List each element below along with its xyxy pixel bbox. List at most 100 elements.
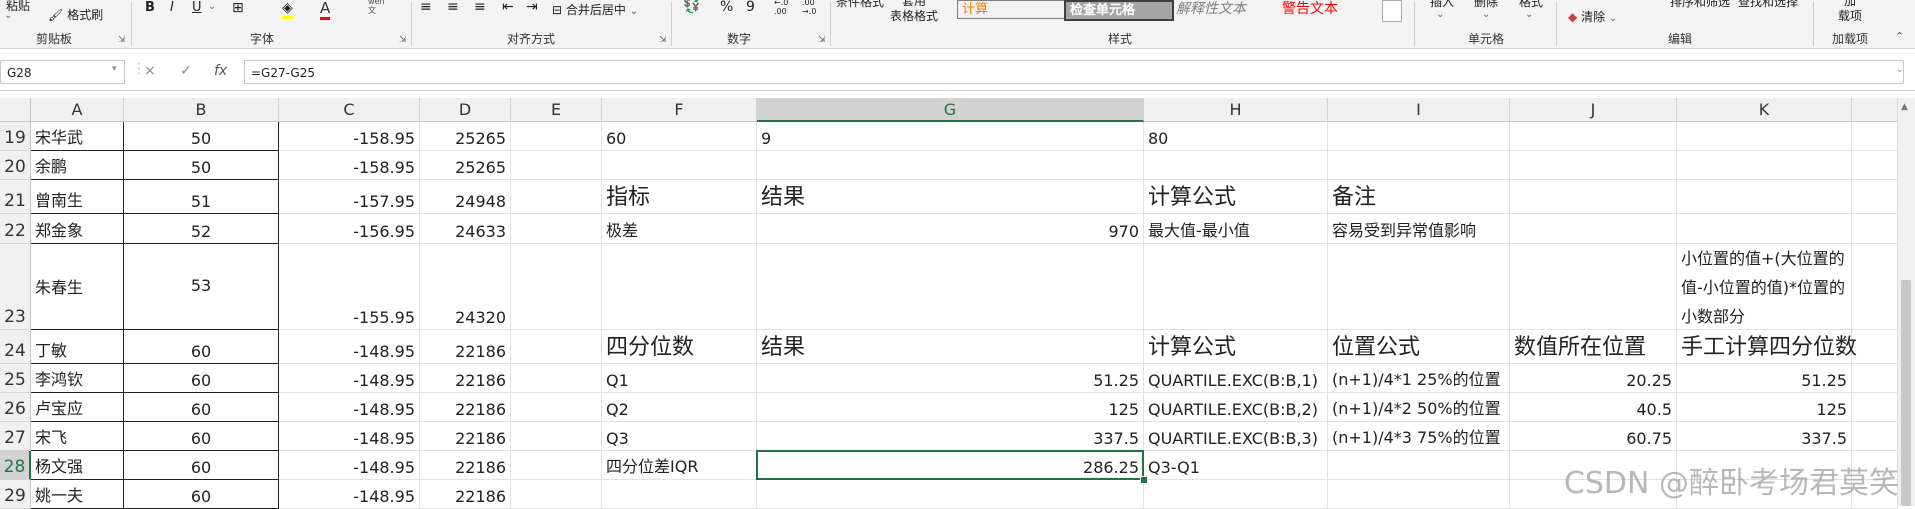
cell-e28[interactable] (511, 451, 602, 480)
style-warning[interactable]: 警告文本 (1282, 0, 1338, 18)
name-box-dropdown-icon[interactable]: ▾ (112, 64, 117, 74)
cell-g23[interactable] (757, 244, 1144, 330)
cell-e22[interactable] (511, 214, 602, 244)
merge-center-button[interactable]: ⊟ 合并后居中 ⌄ (552, 1, 638, 18)
cell-g19[interactable]: 9 (757, 122, 1144, 151)
cell-g22[interactable]: 970 (757, 214, 1144, 244)
bold-button[interactable]: B (145, 0, 155, 15)
cell-h21[interactable]: 计算公式 (1144, 180, 1328, 214)
cell-h20[interactable] (1144, 151, 1328, 180)
cell-e20[interactable] (511, 151, 602, 180)
column-header-h[interactable]: H (1144, 98, 1328, 122)
cell-f28[interactable]: 四分位差IQR (602, 451, 757, 480)
cell-b23[interactable]: 53 (124, 244, 279, 330)
cell-i27[interactable]: (n+1)/4*3 75%的位置 (1328, 422, 1510, 451)
cell-k26[interactable]: 125 (1677, 393, 1852, 422)
cell-i20[interactable] (1328, 151, 1510, 180)
decrease-decimal-button[interactable]: .00 →.0 (802, 0, 816, 16)
align-left-icon[interactable]: ≡ (420, 0, 432, 15)
italic-button[interactable]: I (170, 0, 174, 15)
cell-a25[interactable]: 李鸿钦 (31, 364, 124, 393)
cell-d28[interactable]: 22186 (420, 451, 511, 480)
style-check-cell[interactable]: 检查单元格 (1064, 0, 1174, 21)
decrease-indent-icon[interactable]: ⇤ (502, 0, 514, 15)
paste-dropdown-icon[interactable]: ⌄ (4, 10, 12, 21)
cell-h23[interactable] (1144, 244, 1328, 330)
cell-i19[interactable] (1328, 122, 1510, 151)
cell-f27[interactable]: Q3 (602, 422, 757, 451)
cell-j25[interactable]: 20.25 (1510, 364, 1677, 393)
cell-f25[interactable]: Q1 (602, 364, 757, 393)
cell-a21[interactable]: 曾南生 (31, 180, 124, 214)
cell-b28[interactable]: 60 (124, 451, 279, 480)
cell-j23[interactable] (1510, 244, 1677, 330)
cancel-icon[interactable]: × (144, 63, 156, 79)
cell-d25[interactable]: 22186 (420, 364, 511, 393)
cell-d27[interactable]: 22186 (420, 422, 511, 451)
cell-c19[interactable]: -158.95 (279, 122, 420, 151)
align-center-icon[interactable]: ≡ (447, 0, 459, 15)
cell-e25[interactable] (511, 364, 602, 393)
cell-e23[interactable] (511, 244, 602, 330)
cell-g26[interactable]: 125 (757, 393, 1144, 422)
row-header-22[interactable]: 22 (0, 214, 31, 244)
clipboard-launcher-icon[interactable]: ⇲ (118, 35, 126, 45)
cell-g28[interactable]: 286.25 (757, 451, 1144, 480)
insert-function-icon[interactable]: fx (214, 63, 227, 79)
collapse-ribbon-icon[interactable]: ⌃ (1895, 30, 1904, 43)
cell-d26[interactable]: 22186 (420, 393, 511, 422)
cell-i22[interactable]: 容易受到异常值影响 (1328, 214, 1510, 244)
row-header-29[interactable]: 29 (0, 480, 31, 509)
align-right-icon[interactable]: ≡ (474, 0, 486, 15)
underline-dropdown-icon[interactable]: ⌄ (208, 1, 216, 12)
cell-h22[interactable]: 最大值-最小值 (1144, 214, 1328, 244)
cell-a23[interactable]: 朱春生 (31, 244, 124, 330)
row-header-19[interactable]: 19 (0, 122, 31, 151)
cell-e19[interactable] (511, 122, 602, 151)
cell-k24[interactable]: 手工计算四分位数 (1677, 330, 1857, 364)
cell-a28[interactable]: 杨文强 (31, 451, 124, 480)
table-format-button[interactable]: 套用 表格格式 (890, 0, 938, 24)
insert-dropdown-icon[interactable]: ⌄ (1436, 9, 1444, 20)
cell-c21[interactable]: -157.95 (279, 180, 420, 214)
cell-e26[interactable] (511, 393, 602, 422)
cell-k22[interactable] (1677, 214, 1852, 244)
cell-g25[interactable]: 51.25 (757, 364, 1144, 393)
cell-f22[interactable]: 极差 (602, 214, 757, 244)
name-box[interactable]: G28 (0, 60, 125, 84)
increase-decimal-button[interactable]: ←.0 .00 (774, 0, 788, 16)
conditional-format-button[interactable]: 条件格式 (836, 0, 884, 10)
cell-e24[interactable] (511, 330, 602, 364)
cell-j21[interactable] (1510, 180, 1677, 214)
row-header-26[interactable]: 26 (0, 393, 31, 422)
row-header-20[interactable]: 20 (0, 151, 31, 180)
column-header-j[interactable]: J (1510, 98, 1677, 122)
style-explanatory[interactable]: 解释性文本 (1176, 0, 1246, 18)
cell-c23[interactable]: -155.95 (279, 244, 420, 330)
clear-button[interactable]: ◆ 清除 ⌄ (1568, 8, 1617, 25)
cell-c20[interactable]: -158.95 (279, 151, 420, 180)
sort-filter-button[interactable]: 排序和筛选 (1670, 0, 1730, 10)
cell-a26[interactable]: 卢宝应 (31, 393, 124, 422)
confirm-icon[interactable]: ✓ (180, 63, 192, 79)
cell-c22[interactable]: -156.95 (279, 214, 420, 244)
cell-a22[interactable]: 郑金象 (31, 214, 124, 244)
cell-j26[interactable]: 40.5 (1510, 393, 1677, 422)
accounting-format-icon[interactable]: 💱 (683, 0, 700, 14)
vertical-scrollbar[interactable]: ▲ (1897, 98, 1915, 506)
cell-g29[interactable] (757, 480, 1144, 509)
cell-j19[interactable] (1510, 122, 1677, 151)
fill-color-icon[interactable]: ◈ (282, 0, 293, 19)
cell-c24[interactable]: -148.95 (279, 330, 420, 364)
cell-k21[interactable] (1677, 180, 1852, 214)
cell-h27[interactable]: QUARTILE.EXC(B:B,3) (1144, 422, 1328, 451)
cell-f20[interactable] (602, 151, 757, 180)
column-header-b[interactable]: B (124, 98, 279, 122)
cell-d24[interactable]: 22186 (420, 330, 511, 364)
row-header-25[interactable]: 25 (0, 364, 31, 393)
cell-b25[interactable]: 60 (124, 364, 279, 393)
border-icon[interactable]: ⊞ (232, 0, 244, 16)
cell-f29[interactable] (602, 480, 757, 509)
cell-f26[interactable]: Q2 (602, 393, 757, 422)
cell-j20[interactable] (1510, 151, 1677, 180)
